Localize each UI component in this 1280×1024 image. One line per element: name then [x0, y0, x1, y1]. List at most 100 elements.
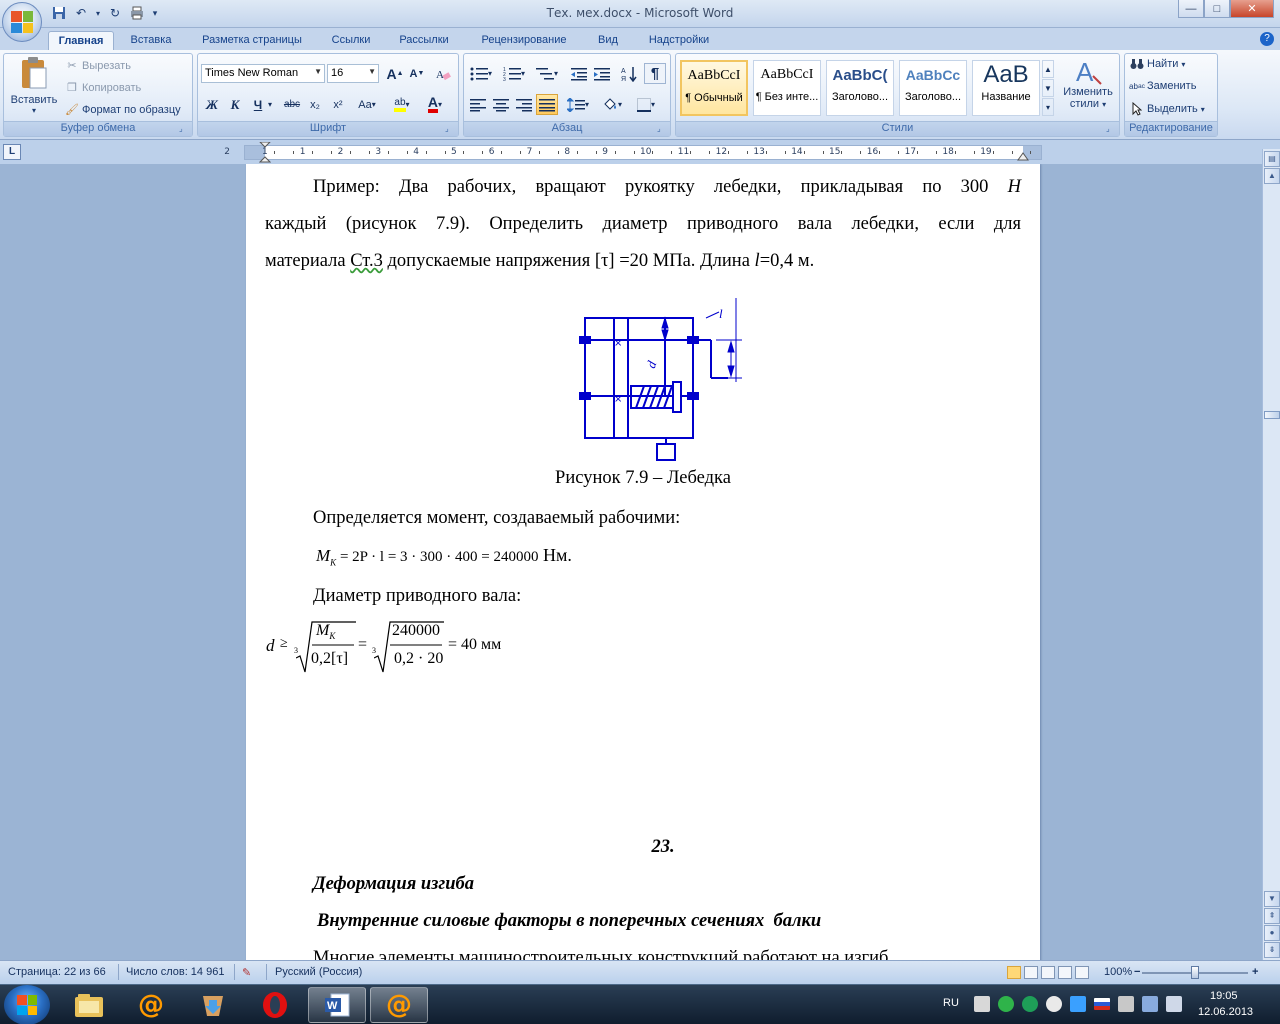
numbering-button[interactable]: 1 2 3 ▾: [500, 63, 528, 84]
bullets-button[interactable]: ▾: [467, 63, 495, 84]
style-heading-2[interactable]: AaBbCc Заголово...: [899, 60, 967, 116]
zoom-slider-thumb[interactable]: [1191, 966, 1199, 979]
align-center-button[interactable]: [490, 94, 512, 115]
show-marks-button[interactable]: ¶: [644, 63, 666, 84]
previous-page-icon[interactable]: ⇞: [1264, 908, 1280, 924]
opera-taskbar-icon[interactable]: [246, 987, 304, 1023]
select-button[interactable]: Выделить ▾: [1129, 102, 1205, 116]
tab-view[interactable]: Вид: [588, 31, 628, 50]
scrollbar-thumb[interactable]: [1264, 411, 1280, 419]
maximize-button[interactable]: □: [1204, 0, 1230, 18]
tray-messenger-icon[interactable]: [1022, 996, 1038, 1012]
input-language-indicator[interactable]: RU: [943, 997, 959, 1009]
clock-date[interactable]: 12.06.2013: [1198, 1006, 1253, 1018]
paragraph-launcher-icon[interactable]: ⌟: [657, 124, 667, 134]
tray-unknown-icon[interactable]: [1046, 996, 1062, 1012]
start-button[interactable]: [4, 985, 50, 1024]
underline-dropdown-icon[interactable]: ▾: [265, 94, 275, 115]
italic-button[interactable]: К: [224, 94, 246, 115]
align-right-button[interactable]: [513, 94, 535, 115]
browse-object-icon[interactable]: ●: [1264, 925, 1280, 941]
document-area[interactable]: Пример: Два рабочих, вращают рукоятку ле…: [0, 164, 1262, 960]
tray-network-status-icon[interactable]: [1142, 996, 1158, 1012]
sort-button[interactable]: AЯ: [618, 63, 640, 84]
borders-button[interactable]: ▾: [632, 94, 660, 115]
document-page[interactable]: Пример: Два рабочих, вращают рукоятку ле…: [246, 164, 1040, 960]
draft-view-icon[interactable]: [1075, 966, 1089, 979]
zoom-in-button[interactable]: +: [1252, 966, 1258, 978]
help-icon[interactable]: ?: [1260, 32, 1274, 46]
justify-button[interactable]: [536, 94, 558, 115]
format-painter-button[interactable]: 🖌 Формат по образцу: [64, 103, 181, 117]
spellcheck-icon[interactable]: ✎: [242, 966, 251, 979]
outline-view-icon[interactable]: [1058, 966, 1072, 979]
strikethrough-button[interactable]: abc: [281, 94, 303, 115]
subscript-button[interactable]: x₂: [304, 94, 326, 115]
style-title[interactable]: AaB Название: [972, 60, 1040, 116]
tab-home[interactable]: Главная: [48, 31, 114, 50]
tab-insert[interactable]: Вставка: [120, 31, 182, 50]
replace-button[interactable]: ab ac Заменить: [1129, 80, 1196, 92]
word-taskbar-icon[interactable]: W: [308, 987, 366, 1023]
change-case-button[interactable]: Aa ▾: [353, 94, 381, 115]
print-layout-view-icon[interactable]: [1007, 966, 1021, 979]
tray-network-icon[interactable]: [1070, 996, 1086, 1012]
style-heading-1[interactable]: AaBbC( Заголово...: [826, 60, 894, 116]
styles-launcher-icon[interactable]: ⌟: [1106, 124, 1116, 134]
zoom-level[interactable]: 100%: [1104, 966, 1132, 978]
shading-button[interactable]: ▾: [598, 94, 626, 115]
tab-references[interactable]: Ссылки: [322, 31, 380, 50]
align-left-button[interactable]: [467, 94, 489, 115]
tray-sync-icon[interactable]: [998, 996, 1014, 1012]
find-button[interactable]: Найти ▾: [1129, 58, 1185, 70]
superscript-button[interactable]: x²: [327, 94, 349, 115]
full-screen-view-icon[interactable]: [1024, 966, 1038, 979]
clipboard-launcher-icon[interactable]: ⌟: [179, 124, 189, 134]
word-counter[interactable]: Число слов: 14 961: [126, 966, 224, 978]
downloads-taskbar-icon[interactable]: [184, 987, 242, 1023]
tray-app-icon[interactable]: [974, 996, 990, 1012]
shrink-font-button[interactable]: A ▼: [406, 63, 428, 84]
line-spacing-button[interactable]: ▾: [564, 94, 592, 115]
increase-indent-button[interactable]: [591, 63, 613, 84]
explorer-taskbar-icon[interactable]: [60, 987, 118, 1023]
mail-agent-window-taskbar-icon[interactable]: @: [370, 987, 428, 1023]
bold-button[interactable]: Ж: [201, 94, 223, 115]
office-button[interactable]: [2, 2, 42, 42]
font-size-combo[interactable]: 16 ▼: [327, 64, 379, 83]
page-counter[interactable]: Страница: 22 из 66: [8, 966, 106, 978]
clock-time[interactable]: 19:05: [1210, 990, 1238, 1002]
tab-page-layout[interactable]: Разметка страницы: [190, 31, 314, 50]
grow-font-button[interactable]: A ▲: [384, 63, 406, 84]
tab-mailings[interactable]: Рассылки: [390, 31, 458, 50]
change-styles-button[interactable]: A Изменить стили ▾: [1058, 56, 1118, 120]
minimize-button[interactable]: —: [1178, 0, 1204, 18]
font-color-button[interactable]: A ▾: [420, 94, 450, 115]
indent-marker-icon[interactable]: [259, 142, 271, 164]
language-indicator[interactable]: Русский (Россия): [275, 966, 362, 978]
tab-review[interactable]: Рецензирование: [468, 31, 580, 50]
volume-icon[interactable]: [1166, 996, 1182, 1012]
right-indent-marker-icon[interactable]: [1017, 152, 1029, 162]
scroll-down-icon[interactable]: ▼: [1264, 891, 1280, 907]
tab-selector-button[interactable]: L: [3, 144, 21, 160]
clear-formatting-button[interactable]: A: [432, 63, 454, 84]
font-launcher-icon[interactable]: ⌟: [445, 124, 455, 134]
russia-flag-icon[interactable]: [1094, 998, 1110, 1010]
close-button[interactable]: ✕: [1230, 0, 1274, 18]
horizontal-ruler[interactable]: 2 1 1 2 3 4 5 6 7 8 9 10 11 12 13 14 15 16 17 18 19: [224, 142, 1042, 163]
web-layout-view-icon[interactable]: [1041, 966, 1055, 979]
style-no-spacing[interactable]: AaBbCcI ¶ Без инте...: [753, 60, 821, 116]
view-ruler-icon[interactable]: ▤: [1264, 151, 1280, 167]
vertical-scrollbar[interactable]: ▤ ▲ ▼ ⇞ ● ⇟: [1262, 149, 1280, 960]
scroll-up-icon[interactable]: ▲: [1264, 168, 1280, 184]
style-normal[interactable]: AaBbCcI ¶ Обычный: [680, 60, 748, 116]
styles-scroll-up-icon[interactable]: ▲: [1042, 60, 1054, 78]
multilevel-list-button[interactable]: ▾: [533, 63, 561, 84]
tray-monitor-icon[interactable]: [1118, 996, 1134, 1012]
next-page-icon[interactable]: ⇟: [1264, 942, 1280, 958]
decrease-indent-button[interactable]: [568, 63, 590, 84]
paste-button[interactable]: Вставить ▾: [8, 56, 60, 120]
font-name-combo[interactable]: Times New Roman ▼: [201, 64, 325, 83]
highlight-button[interactable]: ab ▾: [388, 94, 416, 115]
